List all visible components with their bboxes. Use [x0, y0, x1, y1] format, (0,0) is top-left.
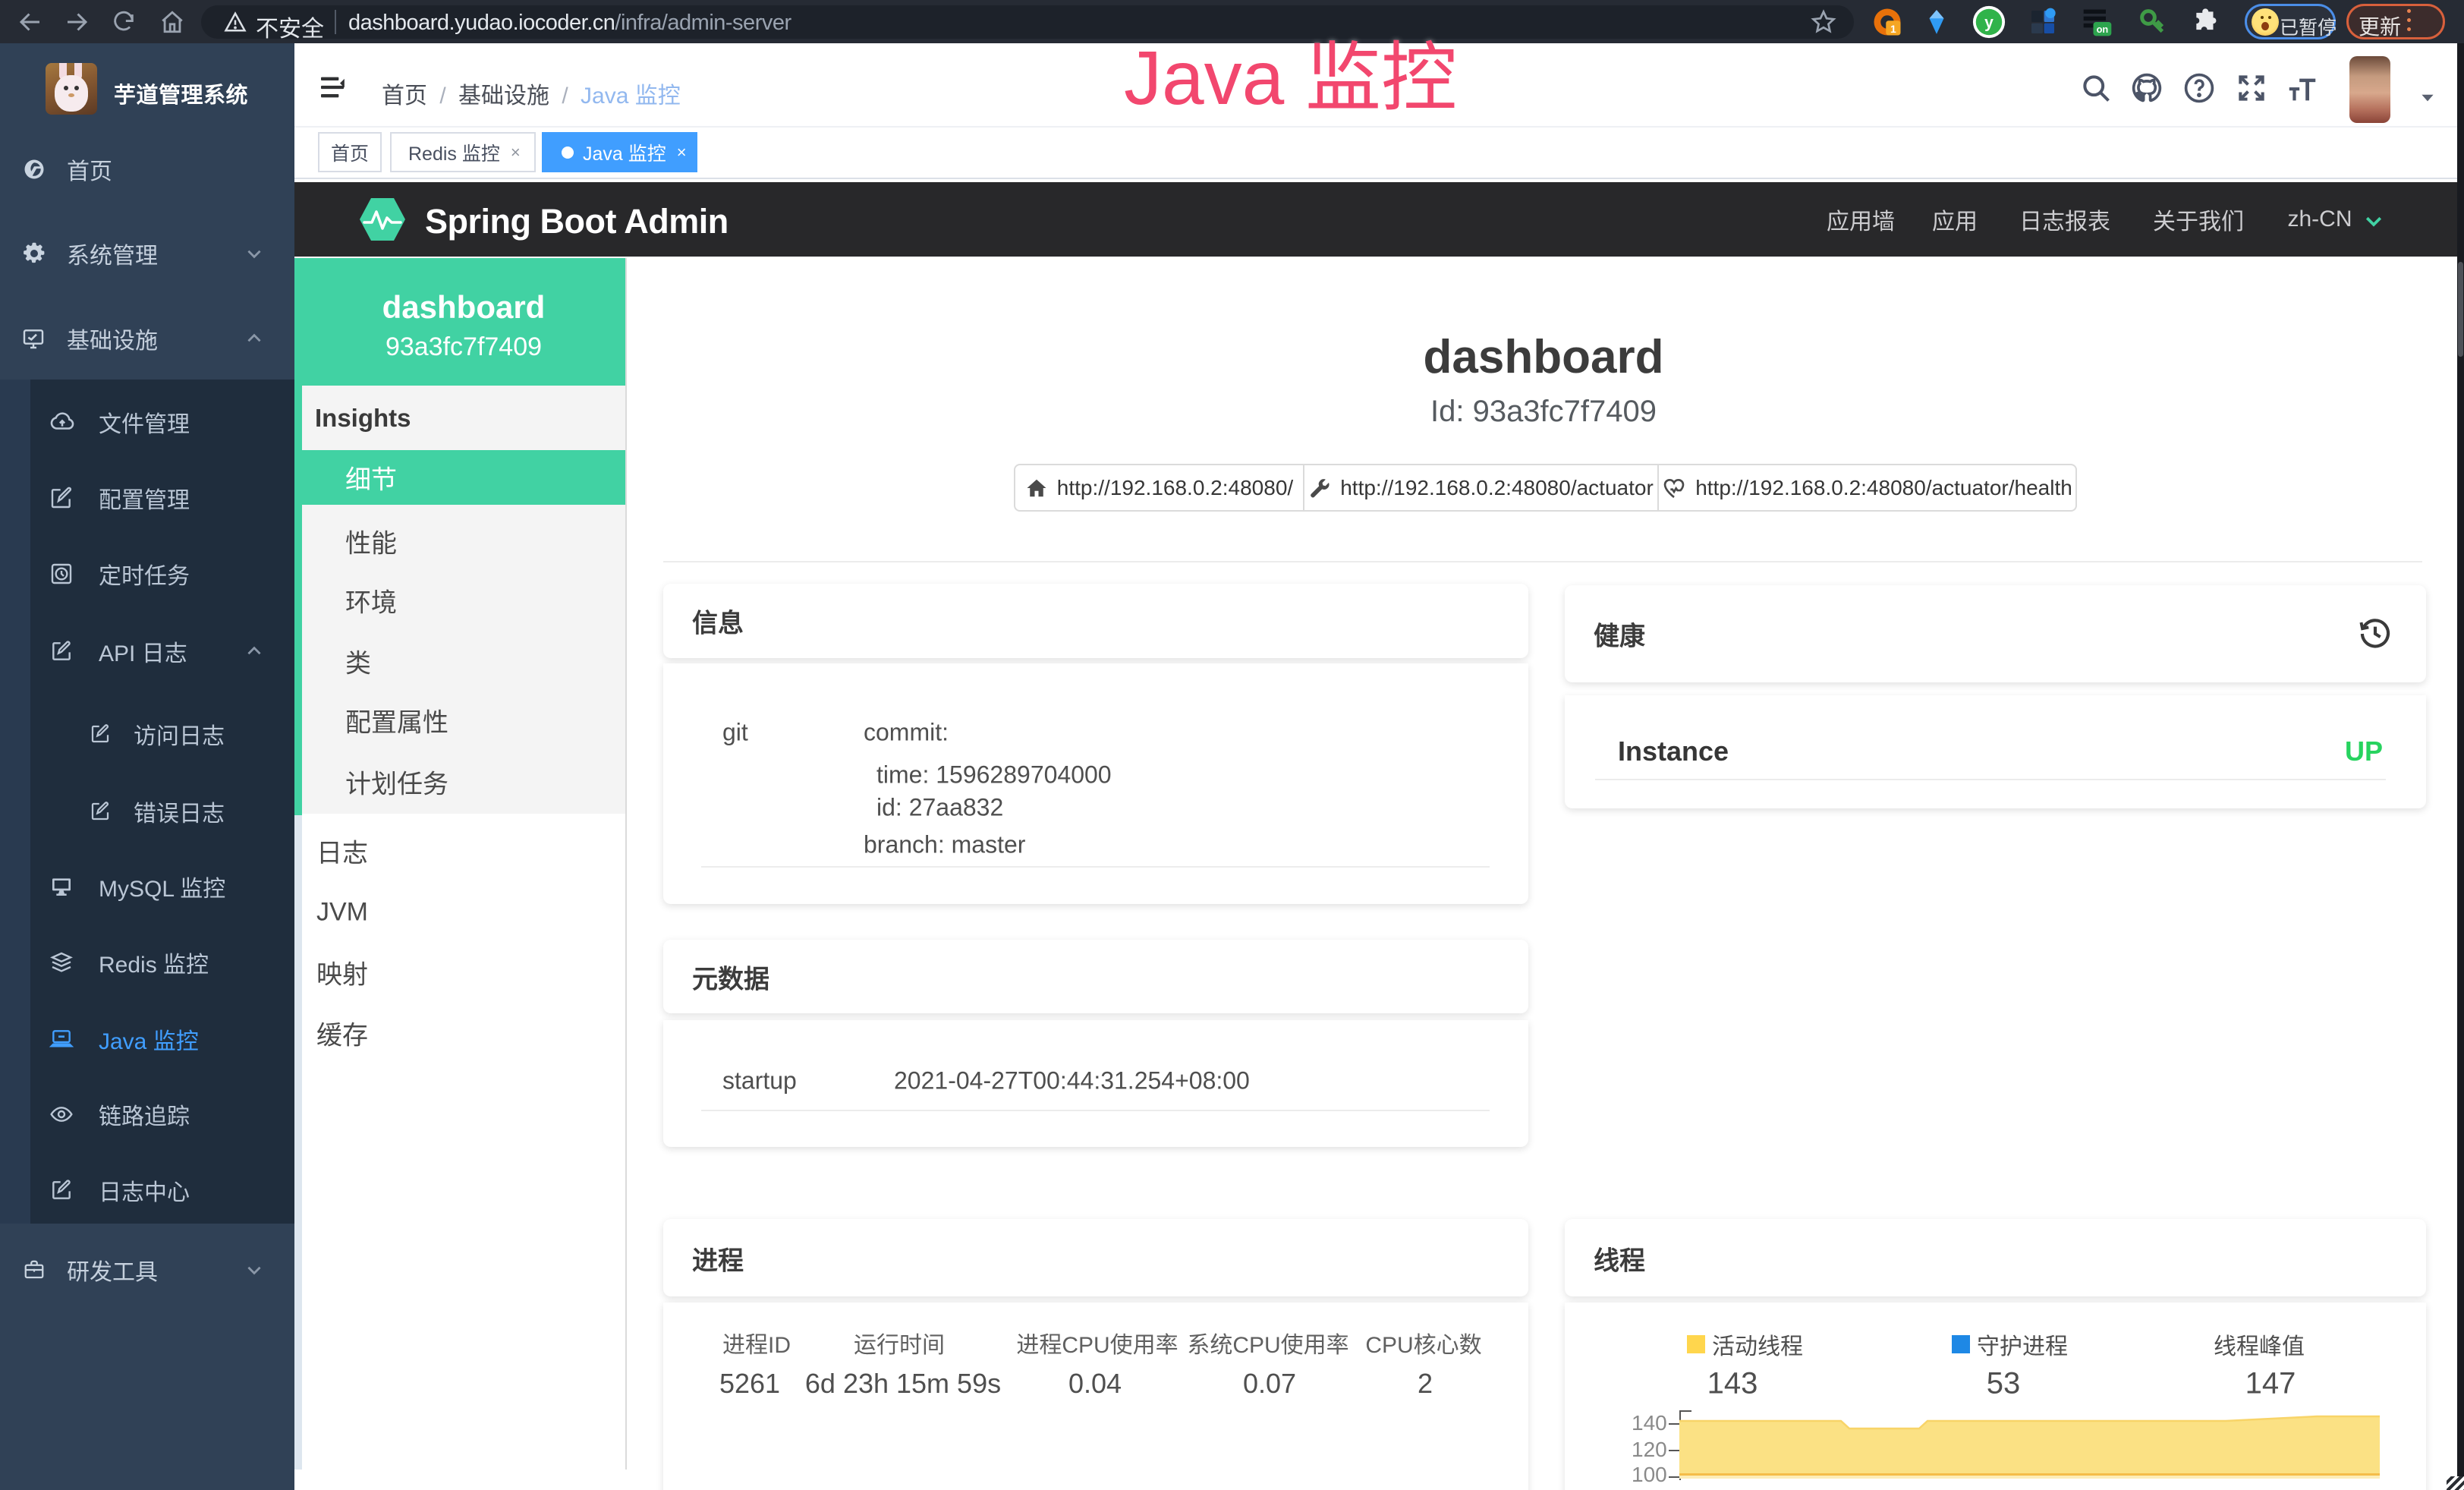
svg-text:1: 1	[1890, 23, 1896, 35]
svg-text:y: y	[1984, 14, 1994, 32]
svg-text:on: on	[2097, 24, 2109, 35]
